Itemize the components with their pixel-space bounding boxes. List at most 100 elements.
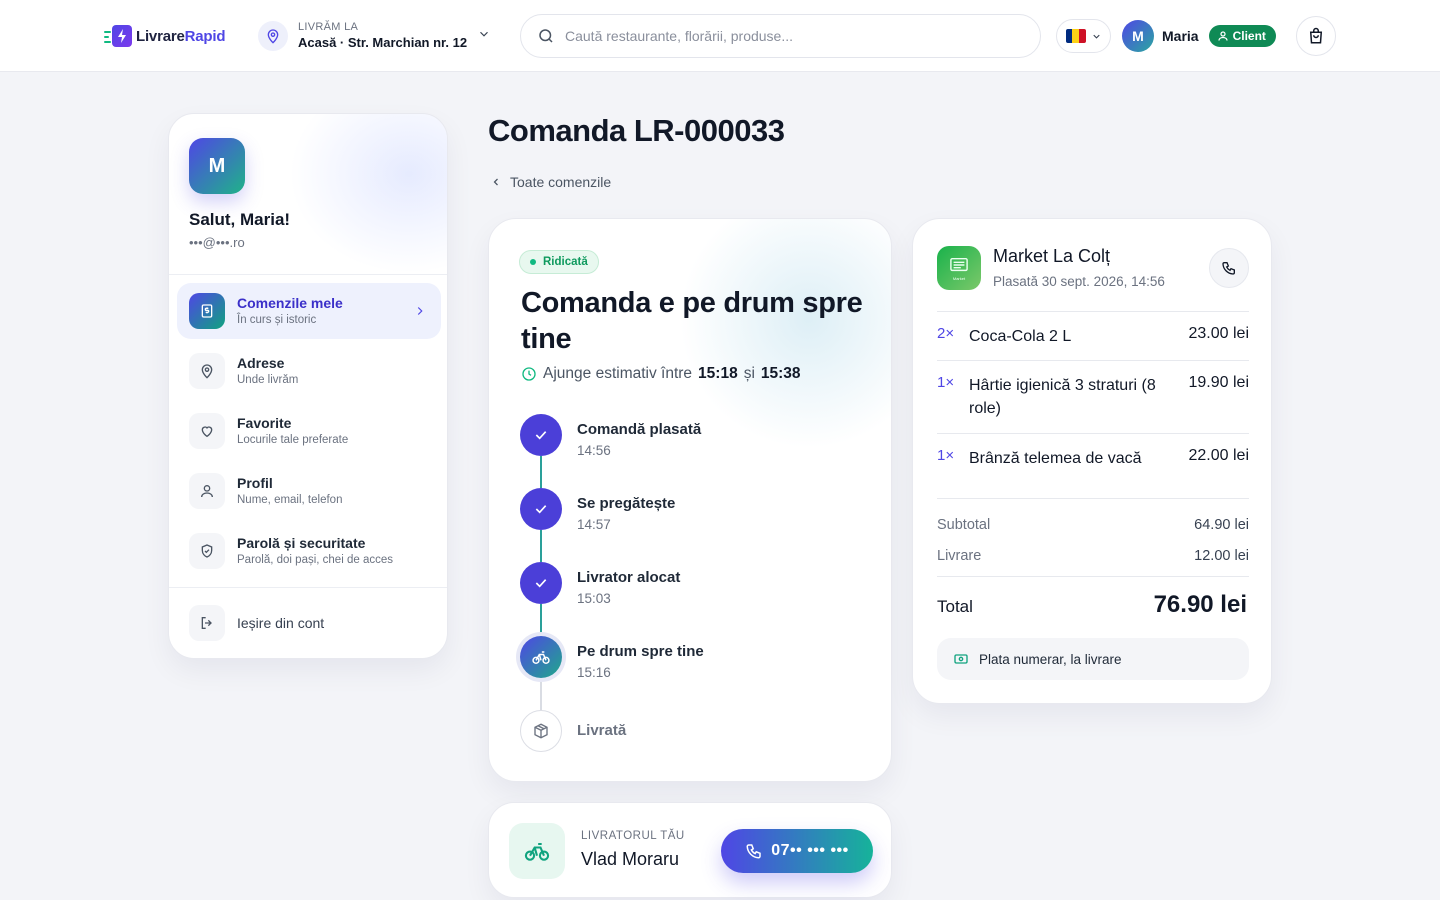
chevron-down-icon [1092, 34, 1100, 39]
store-logo-text: Market [952, 275, 966, 281]
search-bar[interactable] [520, 14, 1041, 58]
sidebar-item-sublabel: În curs și istoric [237, 314, 317, 326]
call-store-button[interactable] [1209, 248, 1249, 288]
chevron-right-icon [417, 307, 423, 315]
timeline-step: Comandă plasată 14:56 [519, 414, 859, 460]
delivery-address-selector[interactable]: LIVRĂM LA Acasă · Str. Marchian nr. 12 [258, 16, 491, 56]
user-menu[interactable]: M Maria Client [1122, 20, 1276, 52]
sidebar-item-orders[interactable]: Comenzile mele În curs și istoric [177, 283, 441, 339]
search-input[interactable] [565, 28, 1040, 44]
user-name: Maria [1162, 28, 1199, 44]
greeting: Salut, Maria! [189, 210, 291, 229]
sidebar-item-label: Favorite [237, 415, 292, 431]
timeline-step-pending: Livrată [519, 710, 859, 756]
heart-icon [189, 413, 225, 449]
back-link-label: Toate comenzile [510, 174, 612, 190]
map-pin-icon [258, 21, 288, 51]
order-item: 2× Coca-Cola 2 L 23.00 lei [937, 325, 1249, 349]
clock-icon [522, 367, 536, 381]
masked-email: •••@•••.ro [189, 235, 245, 250]
delivery-fee-label: Livrare [937, 548, 982, 564]
sidebar-item-label: Adrese [237, 355, 285, 371]
receipt-icon [189, 293, 225, 329]
sidebar-item-label: Comenzile mele [237, 295, 343, 311]
delivery-fee-row: Livrare 12.00 lei [937, 548, 1249, 564]
item-quantity: 1× [937, 447, 955, 464]
courier-phone: 07•• ••• ••• [771, 842, 849, 859]
eta-from: 15:18 [698, 365, 738, 382]
language-selector[interactable] [1056, 19, 1111, 53]
cart-button[interactable] [1296, 16, 1336, 56]
user-icon [189, 473, 225, 509]
courier-name: Vlad Moraru [581, 849, 680, 869]
sidebar-item-favorites[interactable]: Favorite Locurile tale preferate [177, 403, 441, 459]
order-timeline: Comandă plasată 14:56 Se pregătește 14:5… [519, 414, 859, 764]
sidebar-item-sublabel: Nume, email, telefon [237, 494, 343, 506]
page-title: Comanda LR-000033 [488, 113, 785, 148]
role-badge: Client [1208, 25, 1276, 47]
account-sidebar: M Salut, Maria! •••@•••.ro Comenzile mel… [168, 113, 448, 659]
shopping-bag-icon [1309, 27, 1323, 44]
sidebar-item-profile[interactable]: Profil Nume, email, telefon [177, 463, 441, 519]
timeline-step: Se pregătește 14:57 [519, 488, 859, 534]
total-label: Total [937, 597, 973, 616]
sidebar-item-sublabel: Parolă, doi pași, chei de acces [237, 554, 393, 566]
avatar: M [1122, 20, 1154, 52]
item-price: 19.90 lei [1188, 374, 1250, 391]
subtotal-value: 64.90 lei [1194, 517, 1249, 533]
call-courier-button[interactable]: 07•• ••• ••• [721, 829, 873, 873]
phone-icon [1222, 262, 1235, 275]
timeline-step-time: 15:16 [577, 665, 611, 680]
user-icon [1217, 31, 1228, 41]
sidebar-item-addresses[interactable]: Adrese Unde livrăm [177, 343, 441, 399]
item-price: 23.00 lei [1188, 325, 1250, 342]
back-to-orders-link[interactable]: Toate comenzile [490, 174, 611, 190]
chevron-down-icon [480, 31, 488, 37]
timeline-step-label: Livrată [577, 722, 627, 739]
deliver-to-label: LIVRĂM LA [298, 21, 359, 33]
item-name: Coca-Cola 2 L [969, 328, 1072, 345]
timeline-step-label: Comandă plasată [577, 421, 702, 438]
role-badge-label: Client [1232, 29, 1266, 43]
courier-card: LIVRATORUL TĂU Vlad Moraru 07•• ••• ••• [488, 802, 892, 898]
logout-button[interactable]: Ieșire din cont [177, 595, 441, 651]
logo-text: LivrareRapid [136, 27, 226, 45]
status-badge-label: Ridicată [543, 256, 588, 268]
app-logo[interactable]: LivrareRapid [104, 22, 226, 50]
payment-method-label: Plata numerar, la livrare [979, 651, 1122, 667]
eta-text: Ajunge estimativ între 15:18 și 15:38 [521, 365, 801, 383]
status-badge: Ridicată [519, 250, 599, 274]
logout-label: Ieșire din cont [237, 615, 325, 631]
sidebar-item-sublabel: Locurile tale preferate [237, 434, 349, 446]
chevron-left-icon [493, 178, 498, 186]
order-item: 1× Brânză telemea de vacă 22.00 lei [937, 447, 1249, 471]
sidebar-item-label: Profil [237, 475, 273, 491]
romania-flag-icon [1065, 29, 1086, 43]
timeline-step-label: Se pregătește [577, 495, 676, 512]
item-name: Brânză telemea de vacă [969, 450, 1142, 467]
bicycle-icon [509, 823, 565, 879]
shield-icon [189, 533, 225, 569]
item-price: 22.00 lei [1188, 447, 1250, 464]
eta-to: 15:38 [760, 365, 801, 382]
search-icon [539, 29, 553, 43]
top-header: LivrareRapid LIVRĂM LA Acasă · Str. Marc… [0, 0, 1440, 72]
bicycle-icon [520, 636, 562, 678]
eta-and: și [743, 365, 755, 382]
timeline-step-time: 14:57 [577, 517, 611, 532]
eta-prefix: Ajunge estimativ între [543, 365, 693, 382]
sidebar-item-security[interactable]: Parolă și securitate Parolă, doi pași, c… [177, 523, 441, 579]
timeline-step-time: 15:03 [577, 591, 611, 606]
timeline-step-current: Pe drum spre tine 15:16 [519, 636, 859, 682]
check-icon [520, 562, 562, 604]
sidebar-item-sublabel: Unde livrăm [237, 374, 299, 386]
status-title: Comanda e pe drum spre tine [521, 287, 863, 355]
item-quantity: 1× [937, 374, 955, 391]
timeline-step: Livrator alocat 15:03 [519, 562, 859, 608]
check-icon [520, 488, 562, 530]
timeline-step-time: 14:56 [577, 443, 611, 458]
cash-icon [954, 654, 968, 664]
order-item: 1× Hârtie igienică 3 straturi (8 role) 1… [937, 374, 1249, 422]
store-name: Market La Colț [993, 246, 1111, 266]
item-quantity: 2× [937, 325, 955, 342]
